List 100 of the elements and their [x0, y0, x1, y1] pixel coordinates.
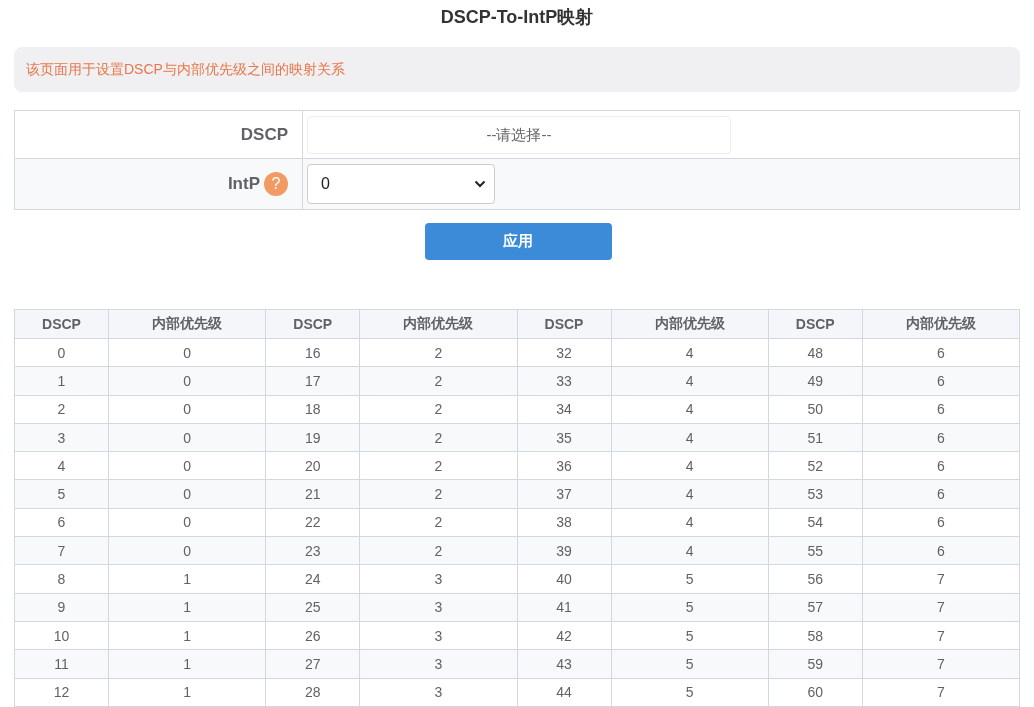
table-cell: 2 [359, 451, 517, 480]
table-cell: 1 [108, 678, 266, 707]
table-cell: 55 [768, 536, 863, 565]
table-cell: 2 [359, 395, 517, 424]
table-cell: 7 [14, 536, 109, 565]
table-cell: 6 [862, 536, 1020, 565]
table-cell: 1 [108, 593, 266, 622]
table-cell: 25 [265, 593, 360, 622]
table-cell: 6 [14, 508, 109, 537]
table-cell: 5 [611, 593, 769, 622]
table-cell: 3 [359, 593, 517, 622]
table-cell: 39 [517, 536, 611, 565]
table-cell: 1 [14, 366, 109, 396]
table-cell: 21 [265, 480, 360, 509]
table-cell: 3 [359, 649, 517, 679]
table-cell: 3 [359, 564, 517, 594]
table-cell: 8 [14, 564, 109, 594]
table-cell: 5 [611, 649, 769, 679]
table-cell: 11 [14, 649, 109, 679]
table-cell: 5 [611, 678, 769, 707]
table-cell: 60 [768, 678, 863, 707]
table-cell: 58 [768, 621, 863, 650]
table-cell: 1 [108, 649, 266, 679]
table-cell: 6 [862, 423, 1020, 452]
table-cell: 0 [108, 508, 266, 537]
table-cell: 3 [359, 621, 517, 650]
table-cell: 10 [14, 621, 109, 650]
table-cell: 7 [862, 649, 1020, 679]
info-notice: 该页面用于设置DSCP与内部优先级之间的映射关系 [14, 47, 1020, 92]
table-cell: 2 [359, 480, 517, 509]
table-cell: 4 [611, 338, 769, 367]
column-header: DSCP [14, 309, 109, 339]
table-cell: 4 [611, 536, 769, 565]
table-cell: 0 [108, 536, 266, 565]
dscp-select-field[interactable]: --请选择-- [307, 115, 731, 154]
column-header: 内部优先级 [862, 309, 1020, 339]
table-cell: 0 [108, 338, 266, 367]
table-cell: 0 [108, 423, 266, 452]
table-cell: 54 [768, 508, 863, 537]
table-cell: 24 [265, 564, 360, 594]
table-cell: 2 [359, 338, 517, 367]
table-cell: 27 [265, 649, 360, 679]
table-cell: 23 [265, 536, 360, 565]
table-cell: 6 [862, 395, 1020, 424]
table-cell: 18 [265, 395, 360, 424]
table-cell: 6 [862, 480, 1020, 509]
table-cell: 56 [768, 564, 863, 594]
apply-button[interactable]: 应用 [424, 223, 612, 260]
table-cell: 57 [768, 593, 863, 622]
table-cell: 40 [517, 564, 611, 594]
table-cell: 52 [768, 451, 863, 480]
table-cell: 7 [862, 678, 1020, 707]
table-cell: 4 [14, 451, 109, 480]
table-cell: 2 [359, 366, 517, 396]
table-cell: 42 [517, 621, 611, 650]
table-cell: 33 [517, 366, 611, 396]
table-cell: 28 [265, 678, 360, 707]
table-cell: 36 [517, 451, 611, 480]
table-cell: 48 [768, 338, 863, 367]
table-cell: 4 [611, 395, 769, 424]
table-cell: 2 [359, 536, 517, 565]
table-cell: 59 [768, 649, 863, 679]
column-header: DSCP [517, 309, 611, 339]
table-cell: 0 [108, 451, 266, 480]
column-header: 内部优先级 [108, 309, 266, 339]
help-icon[interactable]: ? [264, 172, 288, 196]
column-header: 内部优先级 [359, 309, 517, 339]
intp-dropdown[interactable]: 0 [307, 164, 495, 204]
table-cell: 50 [768, 395, 863, 424]
table-cell: 2 [14, 395, 109, 424]
table-cell: 4 [611, 451, 769, 480]
table-cell: 7 [862, 564, 1020, 594]
table-cell: 32 [517, 338, 611, 367]
table-cell: 5 [14, 480, 109, 509]
table-cell: 5 [611, 564, 769, 594]
column-header: 内部优先级 [611, 309, 769, 339]
table-cell: 0 [108, 366, 266, 396]
table-cell: 37 [517, 480, 611, 509]
table-cell: 5 [611, 621, 769, 650]
table-cell: 0 [14, 338, 109, 367]
table-cell: 12 [14, 678, 109, 707]
table-cell: 34 [517, 395, 611, 424]
table-cell: 1 [108, 621, 266, 650]
intp-label: IntP [227, 174, 260, 193]
table-cell: 4 [611, 508, 769, 537]
table-cell: 4 [611, 480, 769, 509]
table-cell: 4 [611, 423, 769, 452]
table-cell: 2 [359, 508, 517, 537]
table-cell: 3 [14, 423, 109, 452]
dscp-label: DSCP [240, 124, 288, 144]
table-cell: 22 [265, 508, 360, 537]
table-cell: 6 [862, 451, 1020, 480]
table-cell: 6 [862, 366, 1020, 396]
page-title: DSCP-To-IntP映射 [439, 6, 595, 29]
table-cell: 53 [768, 480, 863, 509]
table-cell: 0 [108, 395, 266, 424]
table-cell: 16 [265, 338, 360, 367]
table-cell: 38 [517, 508, 611, 537]
table-cell: 19 [265, 423, 360, 452]
table-cell: 4 [611, 366, 769, 396]
